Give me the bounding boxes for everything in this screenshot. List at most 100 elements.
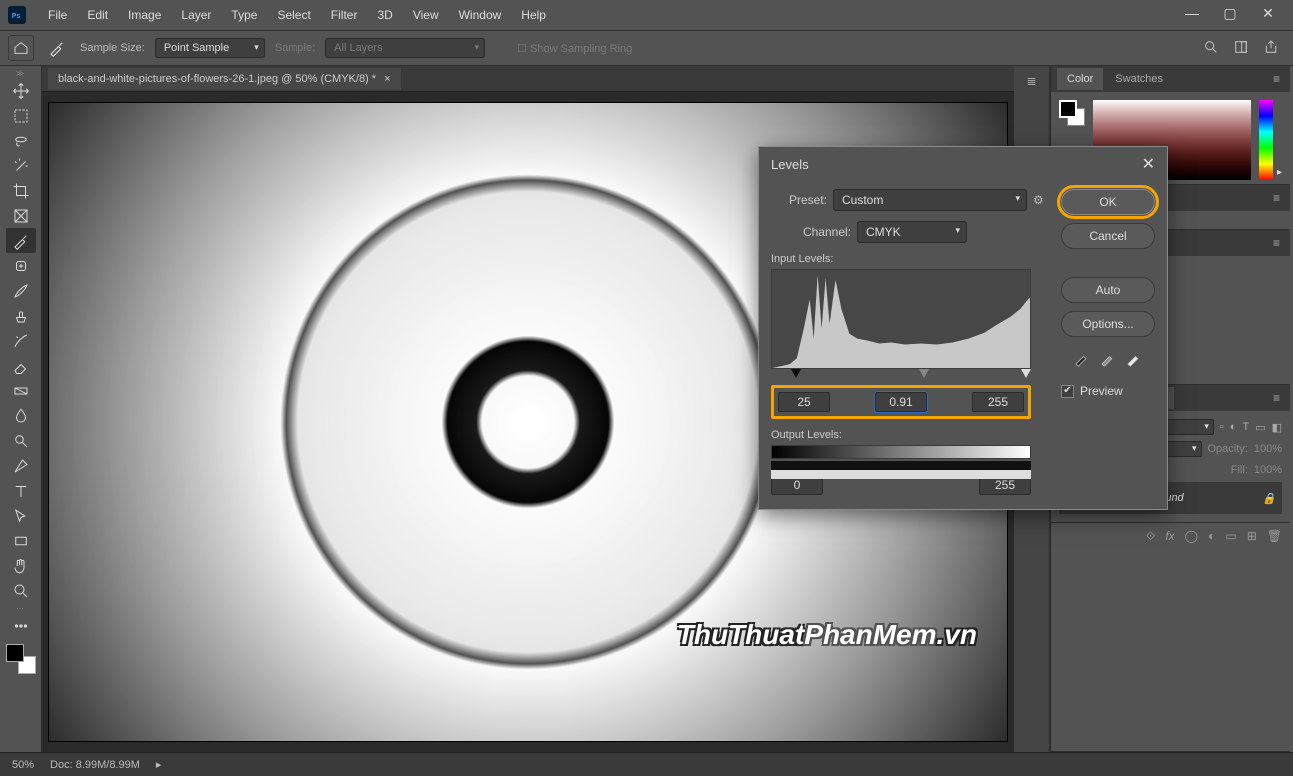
black-point-slider[interactable]: [791, 369, 801, 378]
adjustment-layer-icon[interactable]: ◐: [1208, 529, 1215, 544]
healing-brush-tool[interactable]: [6, 253, 36, 278]
preset-select[interactable]: Custom: [833, 189, 1027, 211]
layer-mask-icon[interactable]: ◯: [1185, 529, 1198, 544]
ok-button[interactable]: OK: [1061, 189, 1155, 215]
output-black-slider[interactable]: [771, 461, 1031, 470]
doc-info[interactable]: Doc: 8.99M/8.99M: [50, 759, 140, 771]
panel-grip-icon[interactable]: ≫: [3, 68, 39, 78]
eyedropper-preset-icon[interactable]: [44, 35, 70, 61]
hand-tool[interactable]: [6, 553, 36, 578]
rectangle-tool[interactable]: [6, 528, 36, 553]
auto-button[interactable]: Auto: [1061, 277, 1155, 303]
dialog-title: Levels: [771, 157, 809, 172]
panel-menu-icon[interactable]: ≡: [1269, 72, 1284, 86]
menu-view[interactable]: View: [403, 2, 449, 28]
input-white-field[interactable]: 255: [972, 392, 1024, 412]
workspace-icon[interactable]: [1233, 39, 1249, 58]
color-foreground-background[interactable]: [1059, 100, 1085, 126]
tab-color[interactable]: Color: [1057, 68, 1103, 90]
zoom-level[interactable]: 50%: [12, 759, 34, 771]
brush-tool[interactable]: [6, 278, 36, 303]
document-tab[interactable]: black-and-white-pictures-of-flowers-26-1…: [48, 68, 401, 90]
filter-type-icon[interactable]: T: [1242, 421, 1249, 433]
menu-file[interactable]: File: [38, 2, 77, 28]
path-selection-tool[interactable]: [6, 503, 36, 528]
type-tool[interactable]: [6, 478, 36, 503]
eyedropper-tool[interactable]: [6, 228, 36, 253]
filter-smart-icon[interactable]: ◧: [1272, 421, 1282, 434]
output-slider[interactable]: [771, 461, 1031, 471]
input-mid-field[interactable]: 0.91: [875, 392, 927, 412]
menu-help[interactable]: Help: [511, 2, 556, 28]
histogram[interactable]: [771, 269, 1031, 369]
new-layer-icon[interactable]: ⊞: [1247, 529, 1257, 544]
menu-bar: Ps File Edit Image Layer Type Select Fil…: [0, 0, 1293, 30]
window-minimize[interactable]: ―: [1179, 5, 1205, 25]
share-icon[interactable]: [1263, 39, 1279, 58]
dodge-tool[interactable]: [6, 428, 36, 453]
black-eyedropper-icon[interactable]: [1073, 349, 1091, 370]
cancel-button[interactable]: Cancel: [1061, 223, 1155, 249]
menu-filter[interactable]: Filter: [321, 2, 368, 28]
layer-fx-icon[interactable]: fx: [1165, 529, 1174, 544]
menu-image[interactable]: Image: [118, 2, 171, 28]
output-white-slider[interactable]: [771, 470, 1031, 479]
output-gradient[interactable]: [771, 445, 1031, 459]
window-close[interactable]: ✕: [1255, 5, 1281, 25]
preview-checkbox[interactable]: ✔: [1061, 385, 1074, 398]
color-swatches[interactable]: [6, 644, 36, 674]
marquee-tool[interactable]: [6, 103, 36, 128]
history-brush-tool[interactable]: [6, 328, 36, 353]
output-levels-label: Output Levels:: [771, 429, 1049, 441]
menu-layer[interactable]: Layer: [171, 2, 221, 28]
status-caret-icon[interactable]: ▸: [156, 758, 162, 771]
delete-layer-icon[interactable]: 🗑: [1267, 529, 1282, 544]
panel-menu-icon[interactable]: ≡: [1269, 391, 1284, 405]
watermark: ThuThuatPhanMem.vn: [677, 619, 977, 651]
move-tool[interactable]: [6, 78, 36, 103]
panel-menu-icon[interactable]: ≡: [1269, 191, 1284, 205]
group-icon[interactable]: ▭: [1225, 529, 1236, 544]
menu-select[interactable]: Select: [267, 2, 320, 28]
options-bar: Sample Size: Point Sample Sample: All La…: [0, 30, 1293, 66]
white-point-slider[interactable]: [1021, 369, 1031, 378]
pen-tool[interactable]: [6, 453, 36, 478]
edit-toolbar[interactable]: [6, 613, 36, 638]
tab-swatches[interactable]: Swatches: [1105, 68, 1173, 90]
filter-pixel-icon[interactable]: ▫: [1220, 421, 1224, 433]
search-icon[interactable]: [1203, 39, 1219, 58]
close-icon[interactable]: ✕: [1142, 154, 1155, 174]
options-button[interactable]: Options...: [1061, 311, 1155, 337]
eraser-tool[interactable]: [6, 353, 36, 378]
frame-tool[interactable]: [6, 203, 36, 228]
panel-menu-icon[interactable]: ≡: [1269, 236, 1284, 250]
zoom-tool[interactable]: [6, 578, 36, 603]
input-levels-label: Input Levels:: [771, 253, 1049, 265]
window-maximize[interactable]: ▢: [1217, 5, 1243, 25]
hue-slider[interactable]: [1259, 100, 1273, 180]
white-eyedropper-icon[interactable]: [1125, 349, 1143, 370]
input-black-field[interactable]: 25: [778, 392, 830, 412]
magic-wand-tool[interactable]: [6, 153, 36, 178]
mid-point-slider[interactable]: [919, 369, 929, 378]
clone-stamp-tool[interactable]: [6, 303, 36, 328]
link-layers-icon[interactable]: ⟐: [1146, 529, 1155, 544]
crop-tool[interactable]: [6, 178, 36, 203]
gray-eyedropper-icon[interactable]: [1099, 349, 1117, 370]
sample-size-select[interactable]: Point Sample: [155, 38, 265, 58]
filter-shape-icon[interactable]: ▭: [1255, 421, 1265, 434]
home-icon[interactable]: [8, 35, 34, 61]
close-tab-icon[interactable]: ×: [384, 73, 390, 85]
channel-select[interactable]: CMYK: [857, 221, 967, 243]
input-slider[interactable]: [771, 371, 1031, 381]
blur-tool[interactable]: [6, 403, 36, 428]
menu-edit[interactable]: Edit: [77, 2, 118, 28]
gear-icon[interactable]: ⚙: [1033, 193, 1049, 207]
filter-adjust-icon[interactable]: ◐: [1230, 421, 1237, 433]
lasso-tool[interactable]: [6, 128, 36, 153]
menu-3d[interactable]: 3D: [367, 2, 402, 28]
gradient-tool[interactable]: [6, 378, 36, 403]
menu-type[interactable]: Type: [221, 2, 267, 28]
menu-window[interactable]: Window: [449, 2, 512, 28]
lock-icon[interactable]: 🔒: [1262, 492, 1276, 505]
